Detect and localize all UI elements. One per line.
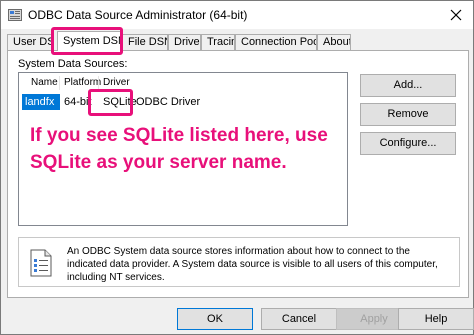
- ok-button[interactable]: OK: [177, 308, 253, 330]
- title-bar: ODBC Data Source Administrator (64-bit): [1, 1, 473, 29]
- tab-file-dsn[interactable]: File DSN: [122, 34, 168, 50]
- tab-user-dsn[interactable]: User DSN: [7, 34, 53, 50]
- tab-tracing[interactable]: Tracing: [201, 34, 235, 50]
- configure-button[interactable]: Configure...: [360, 132, 456, 155]
- system-data-sources-label: System Data Sources:: [18, 58, 128, 70]
- odbc-app-icon: [8, 9, 22, 21]
- column-divider: [59, 76, 60, 90]
- sqlite-driver-highlight: [88, 89, 133, 116]
- system-dsn-tab-highlight: [51, 27, 123, 55]
- column-header-driver[interactable]: Driver: [103, 76, 130, 90]
- row-driver-suffix[interactable]: ODBC Driver: [136, 94, 200, 110]
- column-header-name[interactable]: Name: [31, 76, 58, 90]
- odbc-admin-window: ODBC Data Source Administrator (64-bit) …: [0, 0, 474, 335]
- add-button[interactable]: Add...: [360, 74, 456, 97]
- info-description: An ODBC System data source stores inform…: [67, 246, 438, 283]
- tab-drivers[interactable]: Drivers: [168, 34, 201, 50]
- system-dsn-panel: System Data Sources: Name Platform Drive…: [7, 50, 469, 298]
- info-box: An ODBC System data source stores inform…: [18, 237, 460, 287]
- help-button[interactable]: Help: [398, 308, 474, 330]
- column-header-platform[interactable]: Platform: [64, 76, 101, 90]
- sqlite-instruction-callout: If you see SQLite listed here, use SQLit…: [30, 125, 328, 173]
- remove-button[interactable]: Remove: [360, 103, 456, 126]
- cancel-button[interactable]: Cancel: [261, 308, 337, 330]
- close-icon[interactable]: [447, 6, 465, 24]
- window-title: ODBC Data Source Administrator (64-bit): [28, 8, 248, 22]
- column-divider: [98, 76, 99, 90]
- data-source-document-icon: [30, 249, 52, 277]
- tab-connection-pooling[interactable]: Connection Pooling: [235, 34, 317, 50]
- row-name-cell[interactable]: landfx: [22, 94, 60, 110]
- tab-about[interactable]: About: [317, 34, 351, 50]
